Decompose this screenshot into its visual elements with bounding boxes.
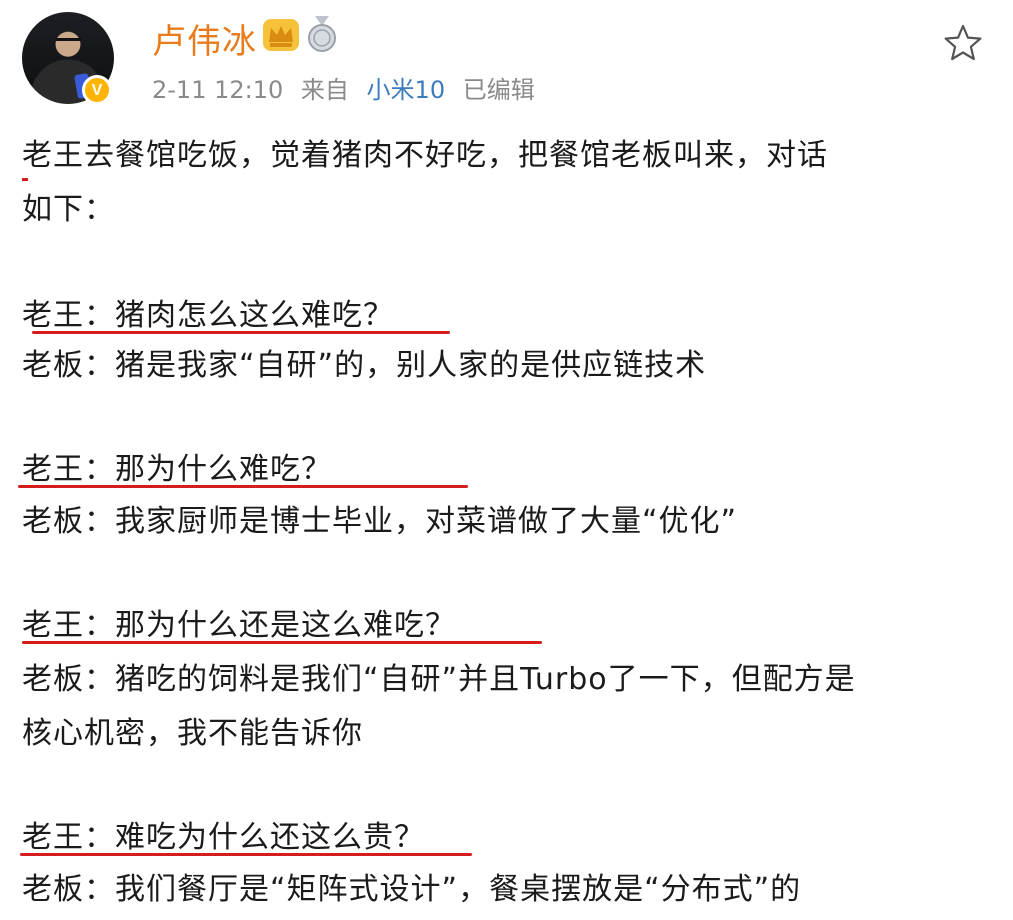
- post-line: 老板：猪是我家“自研”的，别人家的是供应链技术: [22, 348, 707, 383]
- avatar-glasses: [56, 38, 82, 47]
- annotation-mark: [22, 178, 28, 181]
- annotation-underline: [18, 485, 468, 488]
- username[interactable]: 卢伟冰: [152, 14, 257, 63]
- post-line: 老王：猪肉怎么这么难吃？: [22, 298, 394, 333]
- post-time: 2-11 12:10: [152, 76, 284, 104]
- annotation-underline: [22, 641, 542, 644]
- post-line: 老王：难吃为什么还这么贵？: [22, 820, 425, 855]
- post-line: 核心机密，我不能告诉你: [22, 716, 363, 751]
- post-line: 老板：猪吃的饲料是我们“自研”并且Turbo了一下，但配方是: [22, 662, 856, 697]
- post-line: 老王：那为什么还是这么难吃？: [22, 608, 456, 643]
- source-label: 来自: [300, 76, 349, 104]
- post-line: 如下：: [22, 192, 115, 227]
- star-icon[interactable]: [942, 22, 984, 64]
- post-line: 老王：那为什么难吃？: [22, 452, 332, 487]
- edited-label: 已编辑: [462, 76, 535, 104]
- crown-icon: [263, 19, 299, 51]
- medal-icon: [308, 16, 336, 52]
- verified-badge-icon: V: [82, 75, 112, 105]
- post-meta: 2-11 12:10 来自 小米10 已编辑: [152, 70, 545, 105]
- post-line: 老板：我家厨师是博士毕业，对菜谱做了大量“优化”: [22, 504, 738, 539]
- annotation-underline: [20, 853, 472, 856]
- post-line: 老王去餐馆吃饭，觉着猪肉不好吃，把餐馆老板叫来，对话: [22, 138, 828, 173]
- source-device-link[interactable]: 小米10: [367, 76, 446, 104]
- annotation-underline: [32, 331, 450, 334]
- post-header: V 卢伟冰 2-11 12:10 来自 小米10 已编辑: [0, 0, 1013, 120]
- post-line: 老板：我们餐厅是“矩阵式设计”，餐桌摆放是“分布式”的: [22, 872, 802, 907]
